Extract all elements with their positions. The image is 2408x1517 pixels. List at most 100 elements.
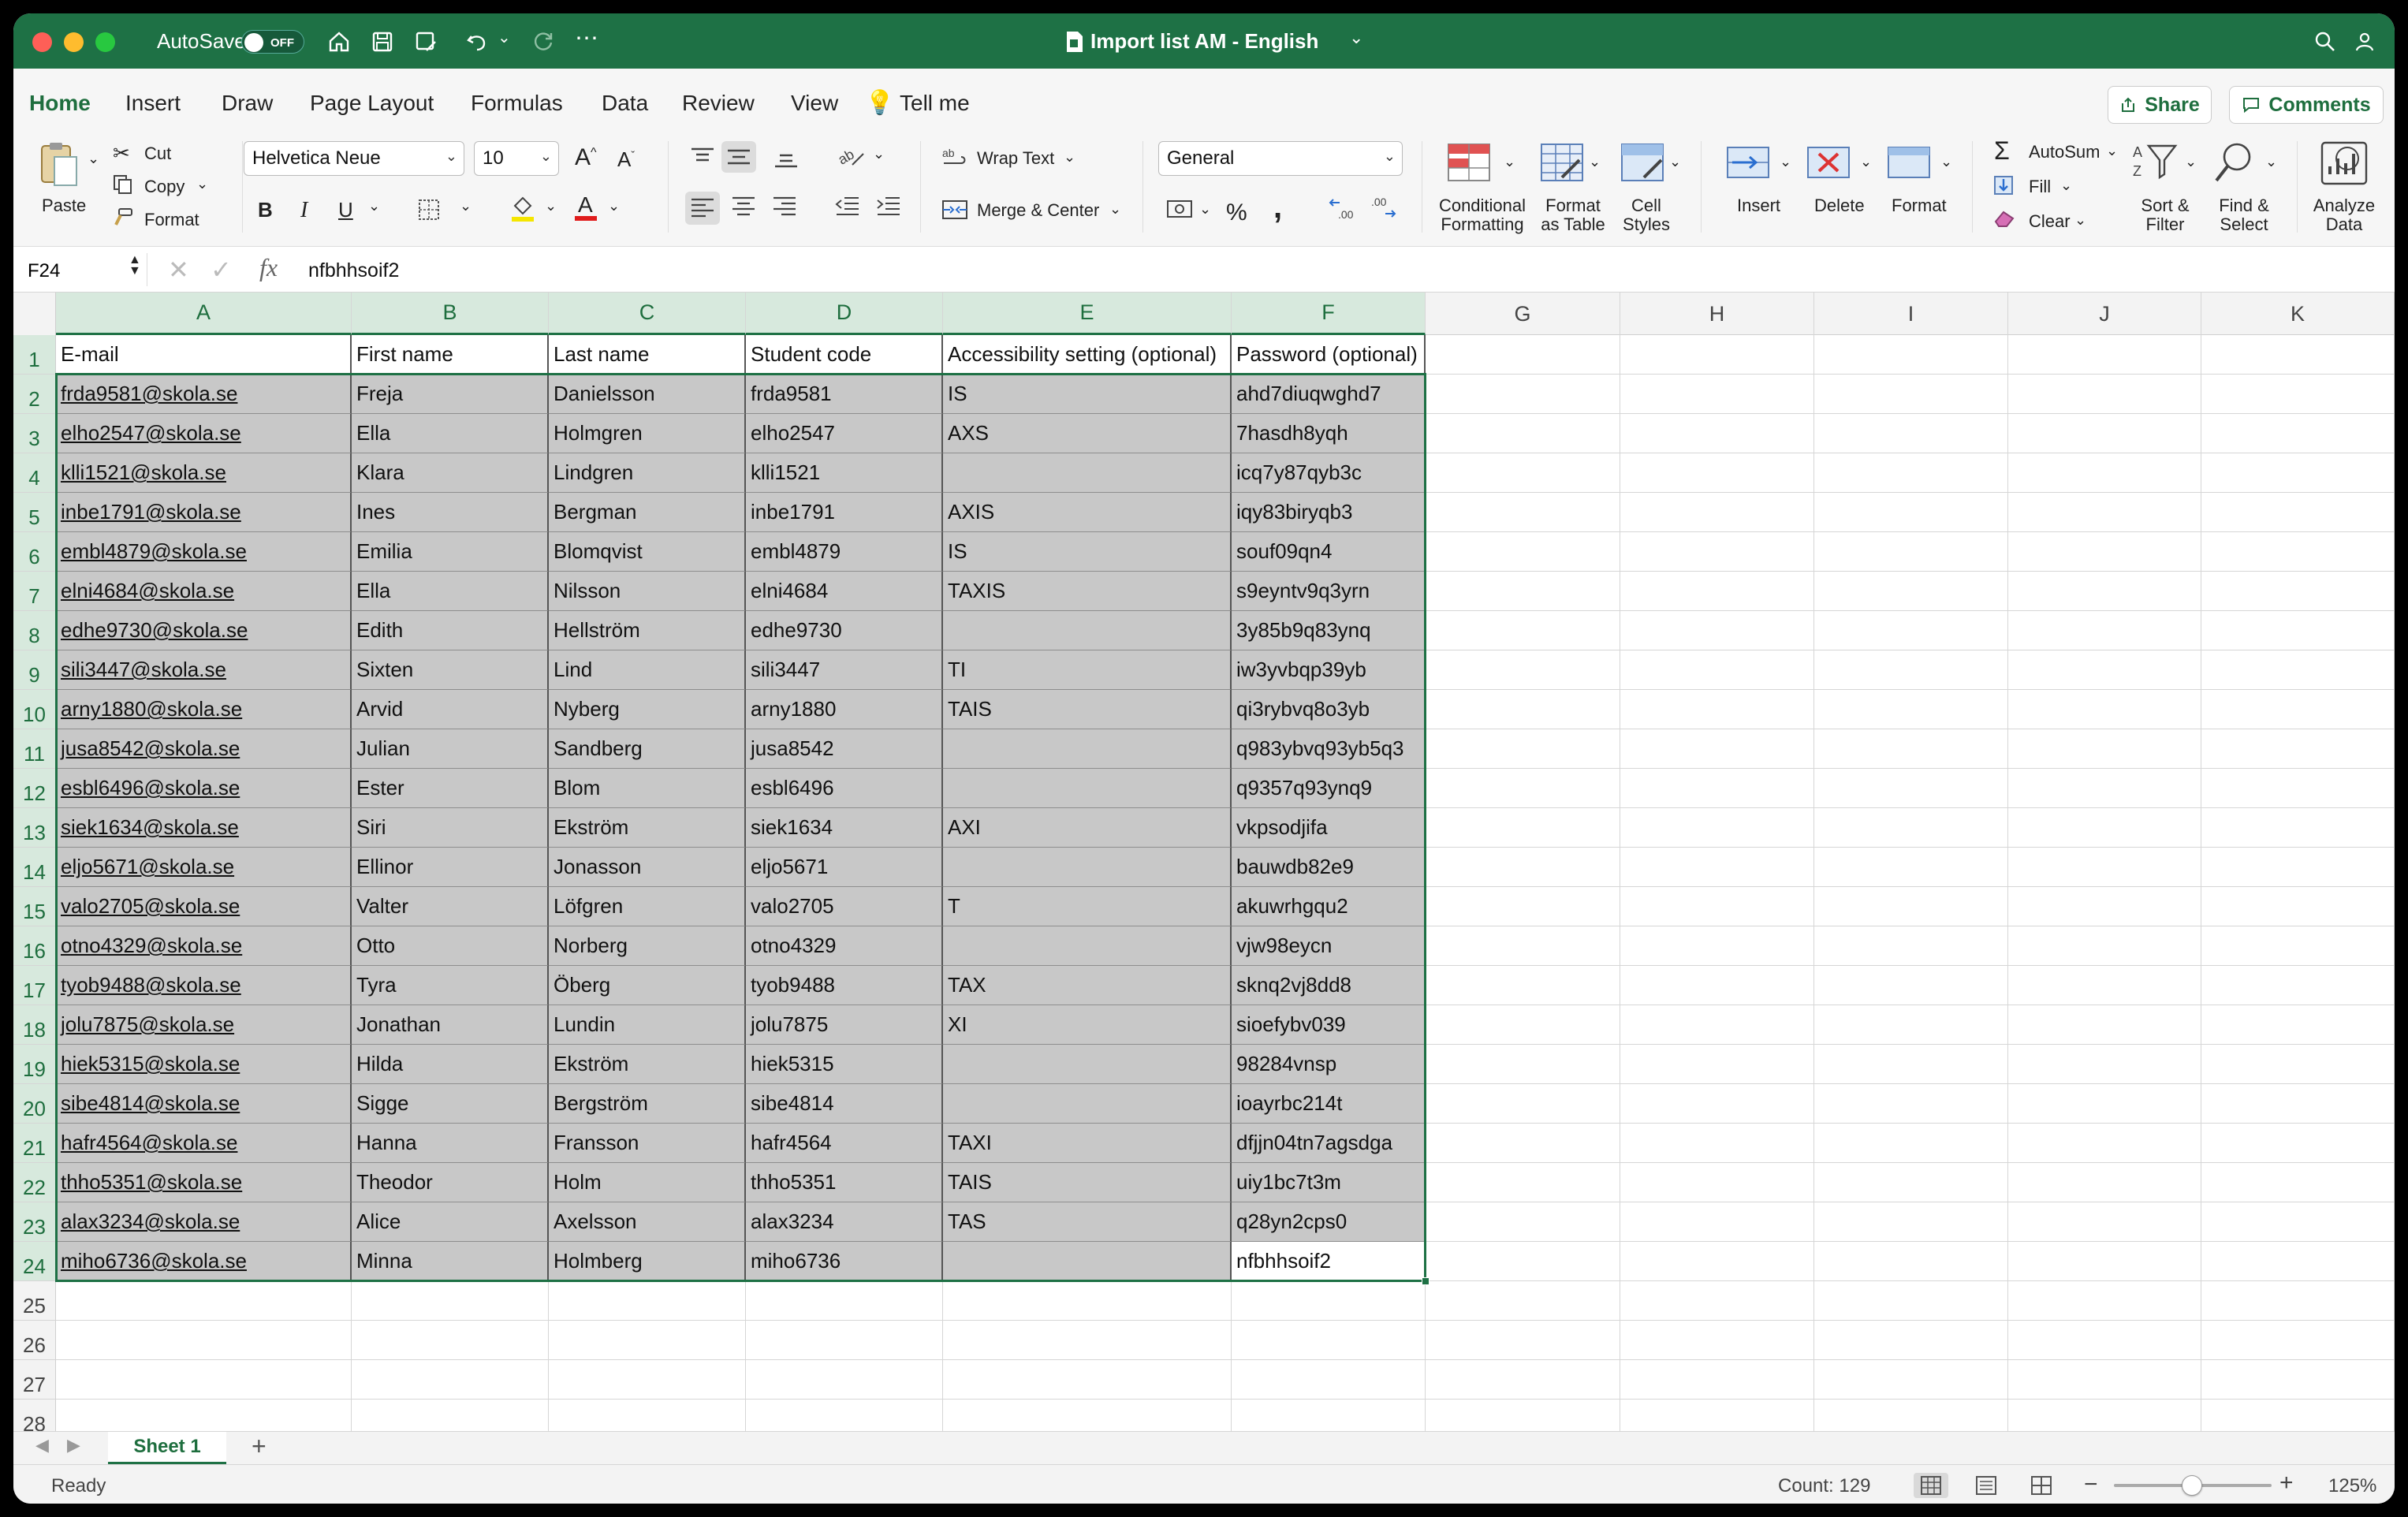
header-cell[interactable]: Accessibility setting (optional)	[943, 335, 1232, 375]
empty-cell[interactable]	[1426, 1084, 1620, 1124]
decrease-indent-icon[interactable]	[833, 193, 862, 224]
table-cell[interactable]: hiek5315@skola.se	[56, 1045, 352, 1084]
empty-cell[interactable]	[943, 1281, 1232, 1321]
empty-cell[interactable]	[2201, 769, 2395, 808]
empty-cell[interactable]	[2201, 887, 2395, 926]
insert-cells-icon[interactable]	[1724, 141, 1772, 188]
table-cell[interactable]: miho6736@skola.se	[56, 1242, 352, 1281]
table-cell[interactable]: esbl6496	[746, 769, 943, 808]
empty-cell[interactable]	[1814, 611, 2008, 650]
empty-cell[interactable]	[1814, 808, 2008, 848]
empty-cell[interactable]	[1426, 1045, 1620, 1084]
font-size-select[interactable]: 10 ⌄	[474, 141, 559, 176]
sort-filter-button[interactable]: Sort & Filter	[2131, 196, 2199, 234]
empty-cell[interactable]	[2201, 1045, 2395, 1084]
empty-cell[interactable]	[2008, 611, 2201, 650]
delete-cells-chevron-icon[interactable]: ⌄	[1860, 154, 1872, 170]
spreadsheet-grid[interactable]: ABCDEFGHIJK 1 2 3 4 5 6 7 8 9 10 11 12 13 14 15 16 17 18 1…	[13, 293, 2395, 1431]
wrap-text-icon[interactable]: ab	[941, 146, 969, 173]
row-header[interactable]: 17	[13, 966, 56, 1005]
conditional-formatting-button[interactable]: Conditional Formatting	[1423, 196, 1541, 234]
empty-cell[interactable]	[2201, 1242, 2395, 1281]
empty-cell[interactable]	[2201, 493, 2395, 532]
empty-cell[interactable]	[2201, 1360, 2395, 1400]
table-cell[interactable]: TAIS	[943, 1163, 1232, 1202]
empty-cell[interactable]	[1620, 650, 1814, 690]
table-cell[interactable]: Hilda	[352, 1045, 549, 1084]
table-cell[interactable]	[943, 1084, 1232, 1124]
table-cell[interactable]: Lindgren	[549, 453, 746, 493]
column-header-h[interactable]: H	[1620, 293, 1814, 335]
empty-cell[interactable]	[2008, 1242, 2201, 1281]
table-cell[interactable]: uiy1bc7t3m	[1232, 1163, 1426, 1202]
row-header[interactable]: 15	[13, 887, 56, 926]
empty-cell[interactable]	[1814, 1084, 2008, 1124]
empty-cell[interactable]	[1620, 1281, 1814, 1321]
table-cell[interactable]: jolu7875@skola.se	[56, 1005, 352, 1045]
format-cells-button[interactable]: Format	[1892, 196, 1947, 215]
table-cell[interactable]: elho2547@skola.se	[56, 414, 352, 453]
table-cell[interactable]: embl4879	[746, 532, 943, 572]
empty-cell[interactable]	[2008, 414, 2201, 453]
tab-insert[interactable]: Insert	[125, 91, 181, 116]
empty-cell[interactable]	[1426, 1360, 1620, 1400]
table-cell[interactable]: Sandberg	[549, 729, 746, 769]
empty-cell[interactable]	[1620, 1321, 1814, 1360]
empty-cell[interactable]	[2008, 769, 2201, 808]
empty-cell[interactable]	[1426, 808, 1620, 848]
normal-view-icon[interactable]	[1914, 1473, 1948, 1498]
empty-cell[interactable]	[2201, 1084, 2395, 1124]
close-window-button[interactable]	[32, 32, 52, 52]
empty-cell[interactable]	[56, 1281, 352, 1321]
empty-cell[interactable]	[2008, 532, 2201, 572]
table-cell[interactable]: Sigge	[352, 1084, 549, 1124]
row-header[interactable]: 27	[13, 1360, 56, 1400]
table-cell[interactable]: Blom	[549, 769, 746, 808]
empty-cell[interactable]	[2008, 966, 2201, 1005]
copy-icon[interactable]	[113, 174, 133, 199]
header-cell[interactable]: Last name	[549, 335, 746, 375]
table-cell[interactable]: arny1880	[746, 690, 943, 729]
empty-cell[interactable]	[1814, 769, 2008, 808]
empty-cell[interactable]	[1814, 966, 2008, 1005]
empty-cell[interactable]	[2008, 1163, 2201, 1202]
find-select-chevron-icon[interactable]: ⌄	[2265, 154, 2277, 170]
table-cell[interactable]: alax3234	[746, 1202, 943, 1242]
empty-cell[interactable]	[1620, 887, 1814, 926]
empty-cell[interactable]	[2008, 1045, 2201, 1084]
table-cell[interactable]	[943, 611, 1232, 650]
table-cell[interactable]: Ester	[352, 769, 549, 808]
empty-cell[interactable]	[1426, 1005, 1620, 1045]
empty-cell[interactable]	[1620, 808, 1814, 848]
find-select-button[interactable]: Find & Select	[2210, 196, 2278, 234]
paste-chevron-icon[interactable]: ⌄	[88, 151, 99, 167]
empty-cell[interactable]	[1620, 532, 1814, 572]
table-cell[interactable]: Alice	[352, 1202, 549, 1242]
empty-cell[interactable]	[1620, 1163, 1814, 1202]
row-header[interactable]: 2	[13, 375, 56, 414]
empty-cell[interactable]	[746, 1360, 943, 1400]
table-cell[interactable]: Öberg	[549, 966, 746, 1005]
empty-cell[interactable]	[1426, 1400, 1620, 1431]
accounting-format-icon[interactable]	[1165, 195, 1196, 226]
empty-cell[interactable]	[1620, 493, 1814, 532]
redo-icon[interactable]	[527, 26, 559, 58]
header-cell[interactable]: Password (optional)	[1232, 335, 1426, 375]
empty-cell[interactable]	[1814, 532, 2008, 572]
empty-cell[interactable]	[1426, 1124, 1620, 1163]
table-cell[interactable]: Ines	[352, 493, 549, 532]
table-cell[interactable]: jusa8542@skola.se	[56, 729, 352, 769]
account-icon[interactable]	[2349, 26, 2380, 58]
tab-data[interactable]: Data	[602, 91, 648, 116]
empty-cell[interactable]	[1814, 572, 2008, 611]
empty-cell[interactable]	[1620, 926, 1814, 966]
fill-color-icon[interactable]	[509, 195, 537, 227]
table-cell[interactable]: elho2547	[746, 414, 943, 453]
align-bottom-icon[interactable]	[772, 146, 800, 173]
home-icon[interactable]	[323, 26, 355, 58]
empty-cell[interactable]	[56, 1360, 352, 1400]
empty-cell[interactable]	[1620, 1242, 1814, 1281]
wrap-text-chevron-icon[interactable]: ⌄	[1064, 149, 1075, 166]
row-header[interactable]: 1	[13, 335, 56, 375]
merge-center-icon[interactable]	[941, 198, 969, 226]
